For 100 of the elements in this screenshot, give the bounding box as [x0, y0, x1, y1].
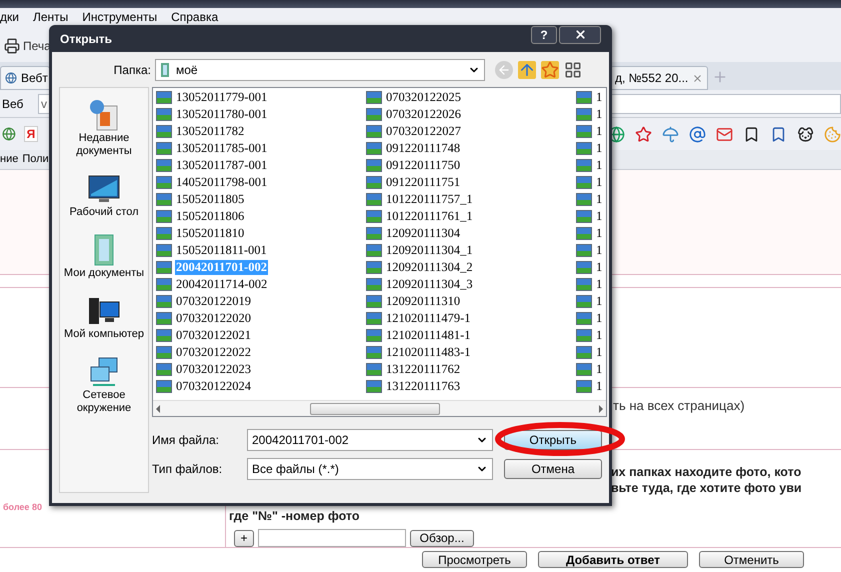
file-name[interactable]: 1	[595, 260, 604, 275]
file-name[interactable]: 101220111757_1	[385, 192, 474, 207]
file-name[interactable]: 1	[595, 294, 604, 309]
file-name[interactable]: 1	[595, 90, 604, 105]
file-name[interactable]: 121020111481-1	[385, 328, 472, 343]
file-name[interactable]: 070320122027	[385, 124, 462, 139]
file-name[interactable]: 20042011714-002	[175, 277, 268, 292]
file-type-dropdown[interactable]: Все файлы (*.*)	[247, 458, 493, 480]
file-name[interactable]: 1	[595, 328, 604, 343]
file-name[interactable]: 121020111483-1	[385, 345, 472, 360]
file-name[interactable]: 1	[595, 345, 604, 360]
cancel-button[interactable]: Отмена	[504, 459, 602, 479]
horizontal-scrollbar[interactable]	[153, 400, 606, 416]
file-name[interactable]: 1	[595, 311, 604, 326]
file-name[interactable]: 15052011810	[175, 226, 246, 241]
file-name[interactable]: 1	[595, 362, 604, 377]
menu-item[interactable]: Справка	[171, 10, 218, 24]
file-name[interactable]: 15052011811-001	[175, 243, 268, 258]
close-button[interactable]	[559, 26, 601, 44]
file-name[interactable]: 1	[595, 107, 604, 122]
folder-label: Папка:	[112, 62, 152, 79]
file-name[interactable]: 120920111304	[385, 226, 462, 241]
places-item[interactable]: Недавние документы	[60, 98, 148, 158]
file-name[interactable]: 14052011798-001	[175, 175, 268, 190]
places-item[interactable]: Мои документы	[60, 233, 148, 280]
file-name[interactable]: 120920111304_2	[385, 260, 474, 275]
image-file-icon	[576, 142, 592, 155]
file-name[interactable]: 070320122021	[175, 328, 252, 343]
file-name[interactable]: 070320122020	[175, 311, 252, 326]
file-name[interactable]: 070320122025	[385, 90, 462, 105]
file-name[interactable]: 131220111762	[385, 362, 462, 377]
help-button[interactable]: ?	[531, 26, 557, 44]
browser-tab[interactable]: д, №552 20...	[610, 66, 708, 90]
close-icon[interactable]	[692, 72, 704, 84]
tab-label: д, №552 20...	[615, 70, 688, 87]
file-name[interactable]: 091220111748	[385, 141, 462, 156]
menu-item[interactable]: Инструменты	[82, 10, 158, 24]
file-name[interactable]: 070320122019	[175, 294, 252, 309]
file-name[interactable]: 070320122022	[175, 345, 252, 360]
places-item[interactable]: Рабочий стол	[60, 172, 148, 219]
file-name[interactable]: 15052011806	[175, 209, 246, 224]
file-name[interactable]: 1	[595, 175, 604, 190]
file-name[interactable]: 131220111763	[385, 379, 462, 394]
new-folder-icon[interactable]	[541, 61, 559, 79]
folder-icon	[160, 62, 170, 78]
file-name[interactable]: 13052011782	[175, 124, 246, 139]
file-name[interactable]: 13052011787-001	[175, 158, 268, 173]
menu-item[interactable]: дки	[0, 10, 19, 24]
places-item[interactable]: Мой компьютер	[60, 294, 148, 341]
browser-tab[interactable]: Вебт	[0, 66, 50, 90]
image-file-icon	[366, 108, 382, 121]
file-name[interactable]: 1	[595, 158, 604, 173]
file-name[interactable]: 15052011805	[175, 192, 246, 207]
scroll-left-icon[interactable]	[156, 404, 160, 412]
file-name[interactable]: 070320122026	[385, 107, 462, 122]
menu-item[interactable]: ние	[0, 151, 18, 168]
up-folder-icon[interactable]	[518, 61, 536, 79]
form-button[interactable]: Просмотреть	[422, 551, 527, 568]
file-name[interactable]: 120920111304_3	[385, 277, 474, 292]
form-button[interactable]: Добавить ответ	[538, 551, 688, 568]
file-name[interactable]: 121020111479-1	[385, 311, 472, 326]
add-button[interactable]: +	[234, 530, 254, 546]
form-button[interactable]: Отменить	[699, 551, 804, 568]
bookmark-logo[interactable]: Я	[24, 126, 38, 142]
star-icon[interactable]	[635, 126, 652, 142]
file-name[interactable]: 1	[595, 141, 604, 156]
at-sign-icon[interactable]	[689, 126, 706, 142]
bookmark-icon[interactable]	[743, 126, 760, 142]
file-name[interactable]: 091220111751	[385, 175, 462, 190]
menu-item[interactable]: Ленты	[32, 10, 68, 24]
file-name[interactable]: 1	[595, 226, 604, 241]
folder-dropdown[interactable]: моё	[155, 59, 485, 81]
browse-button[interactable]: Обзор...	[410, 530, 474, 546]
file-name[interactable]: 1	[595, 209, 604, 224]
image-file-icon	[156, 91, 172, 104]
file-name[interactable]: 13052011785-001	[175, 141, 268, 156]
file-name[interactable]: 101220111761_1	[385, 209, 474, 224]
file-name[interactable]: 13052011779-001	[175, 90, 268, 105]
places-item[interactable]: Сетевое окружение	[60, 355, 148, 415]
file-name[interactable]: 120920111310	[385, 294, 462, 309]
file-name[interactable]: 091220111750	[385, 158, 462, 173]
scroll-thumb[interactable]	[310, 402, 440, 414]
file-name[interactable]: 1	[595, 243, 604, 258]
file-name[interactable]: 1	[595, 379, 604, 394]
file-name[interactable]: 1	[595, 192, 604, 207]
mail-icon[interactable]	[716, 126, 733, 142]
view-menu-icon[interactable]	[564, 61, 582, 79]
image-file-icon	[576, 244, 592, 257]
file-name[interactable]: 120920111304_1	[385, 243, 474, 258]
umbrella-icon[interactable]	[662, 126, 679, 142]
scroll-right-icon[interactable]	[599, 404, 603, 412]
file-name[interactable]: 070320122023	[175, 362, 252, 377]
file-name[interactable]: 1	[595, 277, 604, 292]
file-name[interactable]: 1	[595, 124, 604, 139]
dog-icon[interactable]	[797, 126, 814, 142]
file-name-field[interactable]: 20042011701-002	[247, 429, 493, 451]
menu-item[interactable]: Поли	[22, 151, 49, 168]
file-path-field[interactable]	[258, 529, 406, 547]
file-name[interactable]: 13052011780-001	[175, 107, 268, 122]
file-name[interactable]: 070320122024	[175, 379, 252, 394]
